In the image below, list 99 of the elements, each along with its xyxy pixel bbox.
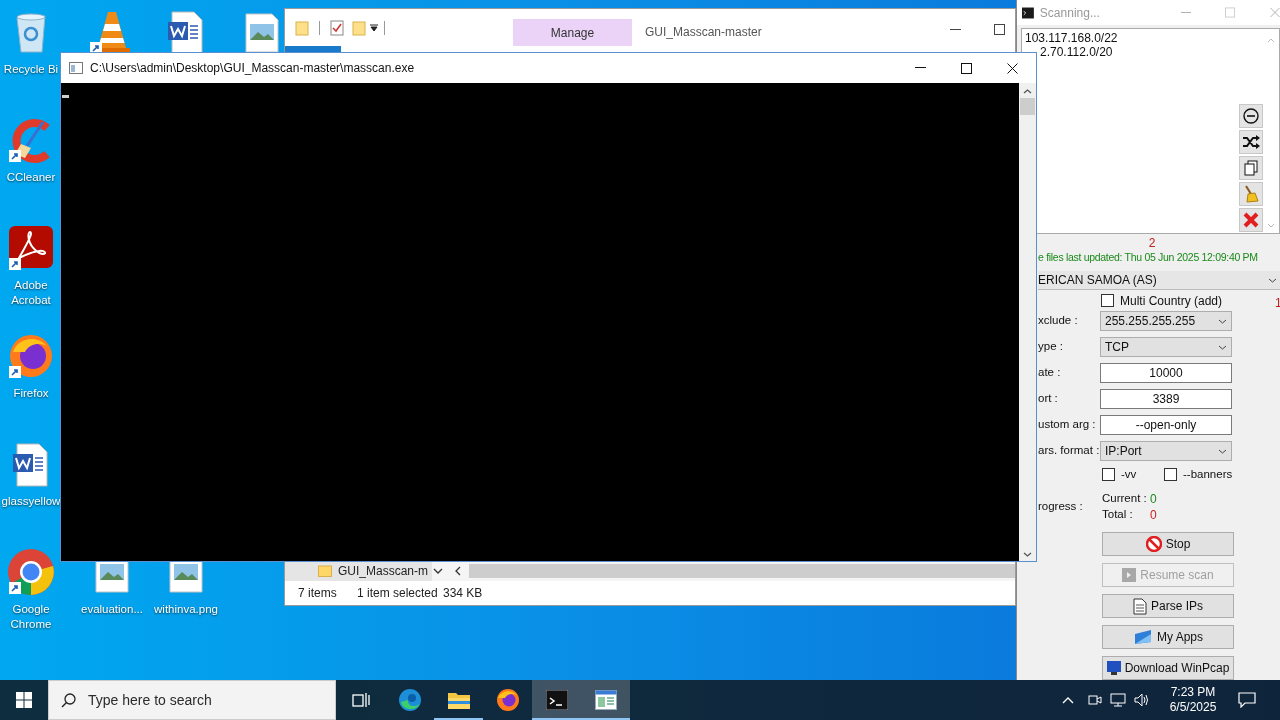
progress-value: 0: [1150, 507, 1157, 524]
field-label: ate :: [1038, 365, 1062, 381]
field-label: ustom arg :: [1038, 417, 1097, 433]
properties-icon[interactable]: [330, 19, 344, 36]
task-view-icon: [351, 692, 370, 708]
progress-label: Current :: [1102, 491, 1148, 507]
broom-icon: [1243, 185, 1259, 203]
ip-range-list[interactable]: 103.117.168.0/22 2.70.112.0/20: [1021, 28, 1280, 234]
stop-button[interactable]: Stop: [1102, 532, 1234, 556]
chevron-up-icon[interactable]: [1062, 696, 1074, 704]
speaker-icon[interactable]: [1134, 693, 1150, 707]
nav-pane-item[interactable]: GUI_Masscan-m: [285, 561, 433, 581]
app-icon: [1133, 628, 1153, 646]
chevron-down-icon: [1218, 318, 1227, 324]
search-icon: [61, 693, 76, 708]
shuffle-button[interactable]: [1239, 130, 1263, 154]
minus-circle-icon: [1243, 108, 1259, 124]
scroll-down-icon[interactable]: [1023, 552, 1032, 557]
download-button[interactable]: Download WinPcap: [1102, 656, 1234, 680]
dropdown-caret-icon[interactable]: [370, 23, 378, 32]
notification-icon[interactable]: [1238, 692, 1256, 708]
document-icon: [1133, 597, 1147, 615]
status-text: 1 item selected: [357, 585, 439, 602]
checkbox[interactable]: [1101, 294, 1114, 307]
copy-icon: [1244, 160, 1258, 176]
input-field[interactable]: --open-only: [1100, 415, 1232, 435]
horizontal-scrollbar[interactable]: [469, 564, 1015, 578]
monitor-icon: [1106, 661, 1121, 675]
chevron-down-icon: [1218, 344, 1227, 350]
firefox-icon: [7, 332, 55, 380]
window-title: C:\Users\admin\Desktop\GUI_Masscan-master\masscan.exe: [90, 60, 415, 77]
chevron-down-icon: [1268, 277, 1277, 283]
ribbon-tab[interactable]: Manage: [513, 19, 632, 46]
taskbar-app-button[interactable]: [581, 680, 630, 720]
field-label: ype :: [1038, 339, 1064, 355]
broom-button[interactable]: [1239, 182, 1263, 206]
windows-logo-icon: [16, 692, 32, 708]
console-icon: [1022, 6, 1034, 19]
minimize-icon[interactable]: [950, 29, 961, 31]
chevron-down-icon[interactable]: [433, 568, 444, 574]
vertical-scrollbar[interactable]: [1019, 83, 1036, 561]
status-text: 334 KB: [443, 585, 483, 602]
edge-icon: [397, 688, 422, 712]
window-title: Scanning...: [1039, 4, 1100, 22]
folder-icon: [446, 690, 471, 710]
search-field[interactable]: Type here to search: [48, 680, 336, 720]
network-icon[interactable]: [1110, 693, 1126, 707]
camera-icon[interactable]: [1088, 693, 1102, 707]
checkbox[interactable]: [1102, 468, 1115, 481]
window-title: GUI_Masscan-master: [645, 24, 762, 41]
progress-label: Total :: [1102, 507, 1134, 523]
clock-date[interactable]: 6/5/2025: [1169, 700, 1217, 715]
country-dropdown[interactable]: ERICAN SAMOA (AS): [1038, 271, 1280, 290]
field-label: ort :: [1038, 391, 1059, 407]
folder-icon: [318, 565, 332, 577]
status-text: 7 items: [298, 585, 338, 602]
input-field[interactable]: 10000: [1100, 363, 1232, 383]
chrome-icon: [7, 548, 55, 596]
scroll-left-icon[interactable]: [455, 566, 462, 576]
minus-circle-button[interactable]: [1239, 104, 1263, 128]
window-icon: [69, 62, 83, 74]
close-icon[interactable]: [1007, 62, 1018, 74]
dropdown[interactable]: IP:Port: [1100, 441, 1232, 461]
checkbox-label[interactable]: Multi Country (add): [1120, 291, 1223, 310]
checkbox-label[interactable]: --banners: [1183, 465, 1233, 484]
apps-button[interactable]: My Apps: [1102, 625, 1234, 649]
list-item[interactable]: 2.70.112.0/20: [1040, 45, 1113, 60]
app-window-icon: [594, 690, 617, 710]
count-text: 2: [1147, 237, 1157, 250]
chevron-down-icon: [1218, 448, 1227, 454]
field-label: rogress :: [1038, 499, 1084, 515]
stop-icon: [1145, 536, 1162, 552]
input-field[interactable]: 3389: [1100, 389, 1232, 409]
scrollbar-thumb[interactable]: [1020, 98, 1035, 115]
update-status-text: e files last updated: Thu 05 Jun 2025 12:09:40 PM: [1038, 250, 1259, 264]
maximize-icon[interactable]: [994, 24, 1005, 35]
clock-time[interactable]: 7:23 PM: [1170, 685, 1216, 700]
checkbox[interactable]: [1164, 468, 1177, 481]
delete-button[interactable]: [1239, 208, 1263, 232]
text-cursor: [62, 95, 69, 98]
resume-icon: [1122, 568, 1137, 582]
parse-button[interactable]: Parse IPs: [1102, 594, 1234, 618]
maximize-icon[interactable]: [961, 62, 972, 74]
copy-button[interactable]: [1239, 156, 1263, 180]
taskbar-app-button[interactable]: [532, 680, 581, 720]
pdf-icon: [7, 224, 55, 272]
firefox-icon: [495, 688, 520, 712]
checkbox-label[interactable]: -vv: [1121, 465, 1137, 484]
list-item[interactable]: 103.117.168.0/22: [1025, 31, 1118, 46]
dropdown[interactable]: TCP: [1100, 337, 1232, 357]
field-label: ars. format :: [1038, 443, 1100, 459]
shuffle-icon: [1242, 135, 1260, 149]
scroll-up-icon[interactable]: [1023, 89, 1032, 94]
progress-value: 0: [1150, 491, 1157, 508]
dropdown[interactable]: 255.255.255.255: [1100, 311, 1232, 331]
terminal-icon: [545, 690, 568, 710]
delete-icon: [1242, 211, 1260, 229]
minimize-icon[interactable]: [915, 67, 926, 69]
field-label: xclude :: [1038, 313, 1079, 329]
